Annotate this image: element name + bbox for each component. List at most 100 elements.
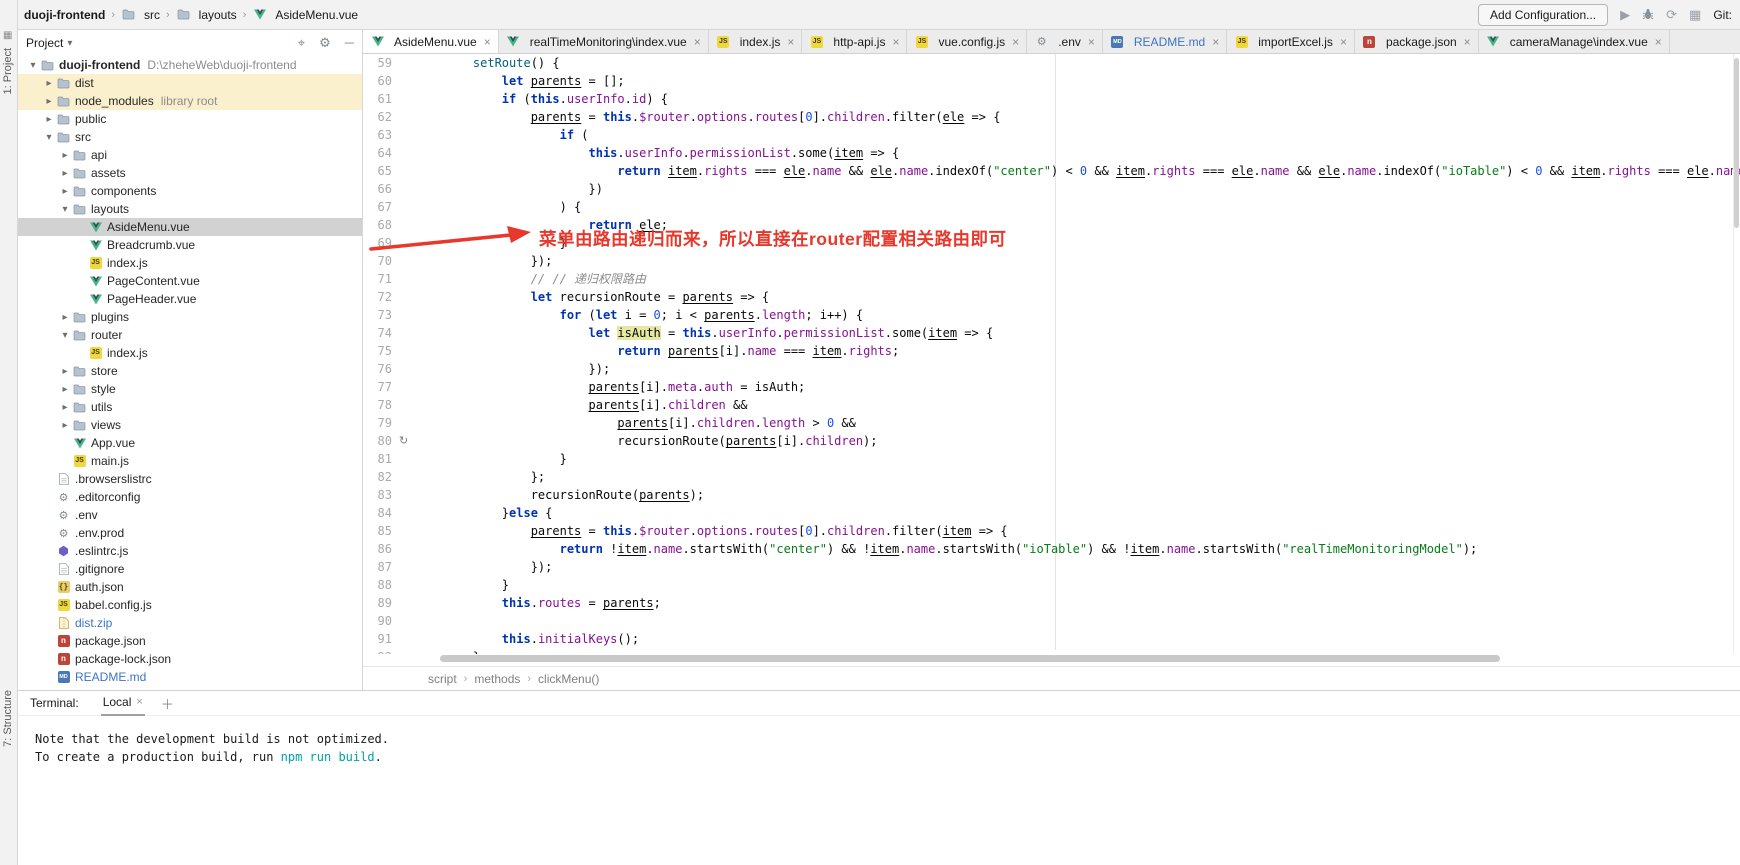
tree-row[interactable]: JSindex.js xyxy=(18,254,362,272)
editor-tab[interactable]: JSindex.js× xyxy=(709,30,803,53)
line-number[interactable]: 73 xyxy=(363,306,440,324)
tree-row[interactable]: .eslintrc.js xyxy=(18,542,362,560)
code-line[interactable]: 87 }); xyxy=(363,558,1740,576)
tree-row[interactable]: App.vue xyxy=(18,434,362,452)
line-number[interactable]: 74 xyxy=(363,324,440,342)
editor-breadcrumb-item[interactable]: script xyxy=(428,672,457,686)
code-line[interactable]: 84 }else { xyxy=(363,504,1740,522)
code-line[interactable]: 66 }) xyxy=(363,180,1740,198)
tree-row[interactable]: PageContent.vue xyxy=(18,272,362,290)
editor-tab[interactable]: MDREADME.md× xyxy=(1103,30,1227,53)
editor-tab[interactable]: npackage.json× xyxy=(1355,30,1479,53)
chevron-right-icon[interactable]: ▸ xyxy=(42,114,56,125)
code-line[interactable]: 61 if (this.userInfo.id) { xyxy=(363,90,1740,108)
horizontal-scrollbar-thumb[interactable] xyxy=(440,655,1500,662)
close-icon[interactable]: × xyxy=(1088,35,1095,49)
code-line[interactable]: 75 return parents[i].name === item.right… xyxy=(363,342,1740,360)
code-line[interactable]: 65 return item.rights === ele.name && el… xyxy=(363,162,1740,180)
code-line[interactable]: 80↻ recursionRoute(parents[i].children); xyxy=(363,432,1740,450)
code-line[interactable]: 72 let recursionRoute = parents => { xyxy=(363,288,1740,306)
chevron-down-icon[interactable]: ▾ xyxy=(26,60,40,71)
close-icon[interactable]: × xyxy=(1212,35,1219,49)
chevron-right-icon[interactable]: ▸ xyxy=(58,186,72,197)
recursive-call-icon[interactable]: ↻ xyxy=(399,432,408,450)
chevron-right-icon[interactable]: ▸ xyxy=(58,420,72,431)
line-number[interactable]: 67 xyxy=(363,198,440,216)
line-number[interactable]: 90 xyxy=(363,612,440,630)
settings-gear-icon[interactable]: ⚙ xyxy=(319,35,331,51)
editor-breadcrumb-item[interactable]: clickMenu() xyxy=(538,672,599,686)
tree-row[interactable]: JSindex.js xyxy=(18,344,362,362)
chevron-down-icon[interactable]: ▾ xyxy=(58,204,72,215)
close-icon[interactable]: × xyxy=(694,35,701,49)
line-number[interactable]: 77 xyxy=(363,378,440,396)
code-line[interactable]: 70 }); xyxy=(363,252,1740,270)
code-line[interactable]: 78 parents[i].children && xyxy=(363,396,1740,414)
line-number[interactable]: 63 xyxy=(363,126,440,144)
close-icon[interactable]: × xyxy=(1464,35,1471,49)
terminal-output[interactable]: Note that the development build is not o… xyxy=(18,716,1740,766)
close-icon[interactable]: × xyxy=(892,35,899,49)
tree-row[interactable]: ▸style xyxy=(18,380,362,398)
code-line[interactable]: 64 this.userInfo.permissionList.some(ite… xyxy=(363,144,1740,162)
editor-tab[interactable]: ⚙.env× xyxy=(1027,30,1103,53)
new-terminal-session-icon[interactable]: ＋ xyxy=(161,694,174,713)
line-number[interactable]: 84 xyxy=(363,504,440,522)
code-line[interactable]: 77 parents[i].meta.auth = isAuth; xyxy=(363,378,1740,396)
line-number[interactable]: 68 xyxy=(363,216,440,234)
chevron-right-icon[interactable]: ▸ xyxy=(42,96,56,107)
add-configuration-button[interactable]: Add Configuration... xyxy=(1478,4,1608,26)
tree-row[interactable]: dist.zip xyxy=(18,614,362,632)
editor-tab[interactable]: JSvue.config.js× xyxy=(907,30,1027,53)
code-line[interactable]: 62 parents = this.$router.options.routes… xyxy=(363,108,1740,126)
code-line[interactable]: 89 this.routes = parents; xyxy=(363,594,1740,612)
line-number[interactable]: 91 xyxy=(363,630,440,648)
tree-row[interactable]: ⚙.env.prod xyxy=(18,524,362,542)
line-number[interactable]: 83 xyxy=(363,486,440,504)
project-view-selector[interactable]: Project xyxy=(26,36,63,50)
tree-row[interactable]: JSbabel.config.js xyxy=(18,596,362,614)
chevron-right-icon[interactable]: ▸ xyxy=(58,366,72,377)
line-number[interactable]: 60 xyxy=(363,72,440,90)
line-number[interactable]: 89 xyxy=(363,594,440,612)
tree-row[interactable]: JSmain.js xyxy=(18,452,362,470)
hide-panel-icon[interactable]: ─ xyxy=(345,35,354,51)
line-number[interactable]: 79 xyxy=(363,414,440,432)
line-number[interactable]: 66 xyxy=(363,180,440,198)
breadcrumb-item[interactable]: duoji-frontend xyxy=(24,8,105,22)
tree-row[interactable]: .browserslistrc xyxy=(18,470,362,488)
editor-breadcrumb-item[interactable]: methods xyxy=(474,672,520,686)
line-number[interactable]: 72 xyxy=(363,288,440,306)
debug-icon[interactable] xyxy=(1642,8,1654,22)
horizontal-scrollbar[interactable] xyxy=(363,654,1740,664)
tree-row[interactable]: ⚙.env xyxy=(18,506,362,524)
tree-row[interactable]: MDREADME.md xyxy=(18,668,362,686)
locate-file-icon[interactable]: ⌖ xyxy=(298,35,305,51)
tree-row[interactable]: ▾layouts xyxy=(18,200,362,218)
line-number[interactable]: 59 xyxy=(363,54,440,72)
code-line[interactable]: 82 }; xyxy=(363,468,1740,486)
editor-tab[interactable]: AsideMenu.vue× xyxy=(363,30,499,53)
code-line[interactable]: 59 setRoute() { xyxy=(363,54,1740,72)
code-editor[interactable]: 59 setRoute() {60 let parents = [];61 if… xyxy=(363,54,1740,654)
tree-row[interactable]: AsideMenu.vue xyxy=(18,218,362,236)
code-line[interactable]: 91 this.initialKeys(); xyxy=(363,630,1740,648)
line-number[interactable]: 61 xyxy=(363,90,440,108)
tree-row[interactable]: ▸store xyxy=(18,362,362,380)
grid-icon[interactable]: ▦ xyxy=(1689,8,1701,21)
breadcrumb-item[interactable]: AsideMenu.vue xyxy=(252,8,358,22)
code-line[interactable]: 73 for (let i = 0; i < parents.length; i… xyxy=(363,306,1740,324)
code-line[interactable]: 63 if ( xyxy=(363,126,1740,144)
close-icon[interactable]: × xyxy=(136,696,142,708)
chevron-right-icon[interactable]: ▸ xyxy=(58,384,72,395)
run-icon[interactable]: ▶ xyxy=(1620,8,1630,21)
vertical-scrollbar[interactable] xyxy=(1733,54,1740,654)
chevron-down-icon[interactable]: ▾ xyxy=(58,330,72,341)
breadcrumb-item[interactable]: layouts xyxy=(176,8,237,22)
code-line[interactable]: 90 xyxy=(363,612,1740,630)
code-line[interactable]: 85 parents = this.$router.options.routes… xyxy=(363,522,1740,540)
chevron-right-icon[interactable]: ▸ xyxy=(58,168,72,179)
terminal-tab-local[interactable]: Local × xyxy=(101,691,145,716)
line-number[interactable]: 78 xyxy=(363,396,440,414)
chevron-right-icon[interactable]: ▸ xyxy=(58,312,72,323)
